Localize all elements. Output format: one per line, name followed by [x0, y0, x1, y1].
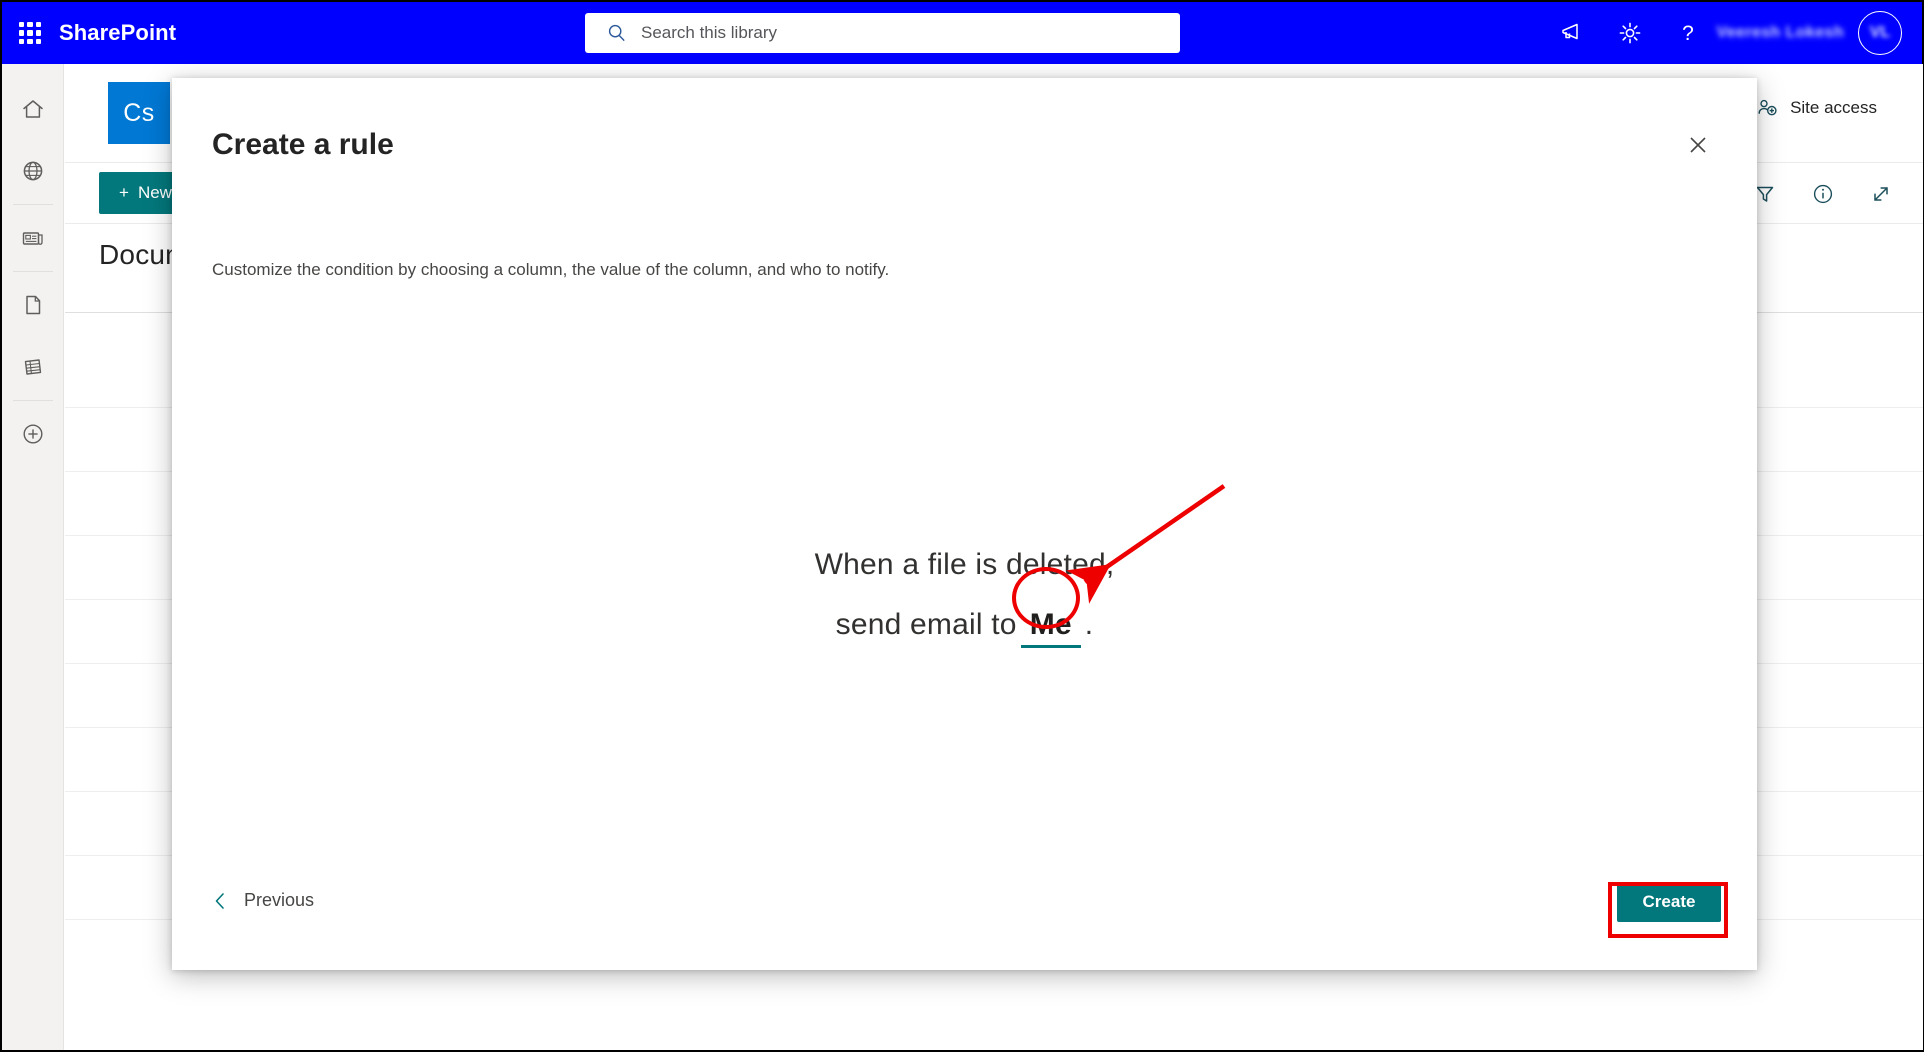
suite-actions: ? Veeresh Lokesh VL — [1543, 2, 1914, 64]
rule-line-action: send email to Me . — [836, 608, 1094, 648]
rule-action-suffix: . — [1084, 608, 1094, 641]
dialog-subtitle: Customize the condition by choosing a co… — [212, 260, 890, 279]
user-name: Veeresh Lokesh — [1716, 24, 1844, 41]
avatar-initials: VL — [1869, 24, 1891, 41]
megaphone-icon[interactable] — [1543, 2, 1601, 64]
recipient-dropdown[interactable]: Me — [1020, 608, 1081, 648]
gear-icon[interactable] — [1601, 2, 1659, 64]
search-icon — [607, 23, 627, 43]
rule-line-condition: When a file is deleted, — [815, 548, 1115, 582]
rule-action-prefix: send email to — [835, 608, 1017, 641]
rule-condition-text: When a file is deleted, — [814, 548, 1115, 581]
sharepoint-brand[interactable]: SharePoint — [59, 20, 176, 46]
previous-label: Previous — [244, 890, 315, 910]
dialog-title: Create a rule — [212, 128, 394, 161]
create-button[interactable]: Create — [1617, 882, 1721, 922]
avatar[interactable]: VL — [1858, 11, 1902, 55]
chevron-left-icon — [215, 892, 224, 909]
help-icon[interactable]: ? — [1659, 2, 1717, 64]
close-icon[interactable] — [1681, 128, 1715, 162]
svg-text:?: ? — [1682, 22, 1694, 45]
search-box[interactable] — [585, 13, 1180, 53]
search-input[interactable] — [641, 23, 1141, 43]
user-menu[interactable]: Veeresh Lokesh VL — [1717, 11, 1914, 55]
rule-builder: When a file is deleted, send email to Me… — [172, 318, 1757, 878]
create-rule-dialog: Create a rule Customize the condition by… — [172, 78, 1757, 970]
previous-button[interactable]: Previous — [212, 890, 314, 911]
suite-bar: SharePoint ? Veeresh Lokesh VL — [2, 2, 1922, 64]
app-launcher-icon[interactable] — [17, 20, 43, 46]
app-root: SharePoint ? Veeresh Lokesh VL — [0, 0, 1924, 1052]
dialog-footer: Previous Create — [172, 850, 1757, 970]
